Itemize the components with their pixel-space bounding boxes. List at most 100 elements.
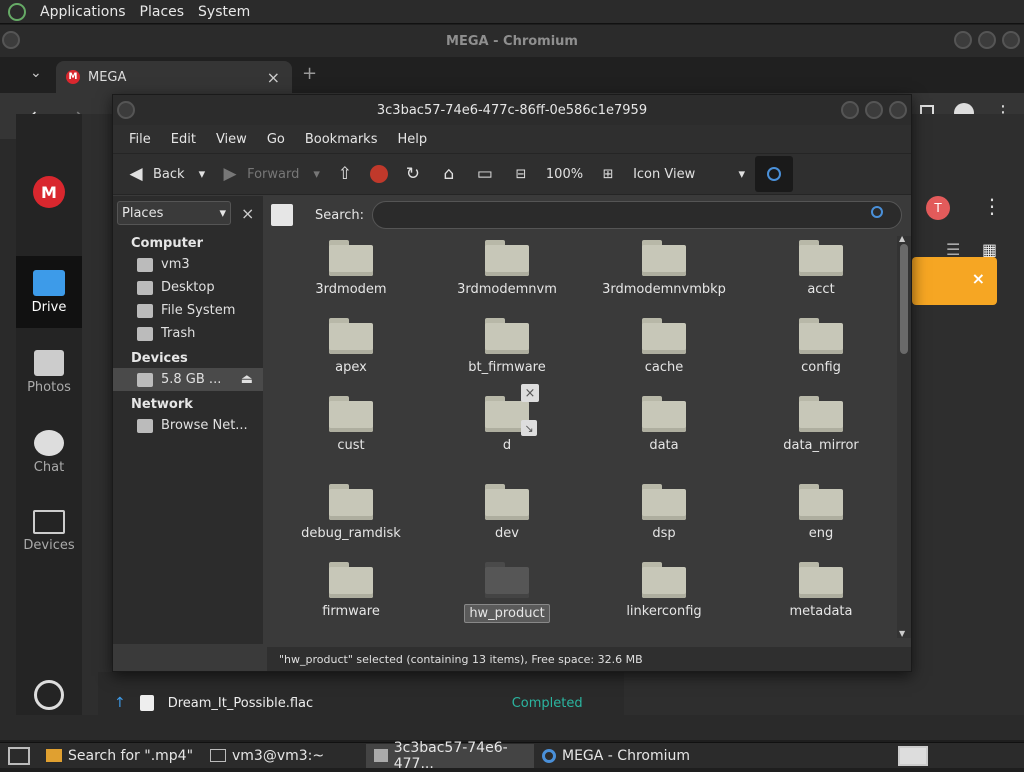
menu-help[interactable]: Help: [387, 132, 437, 147]
scrollbar-thumb[interactable]: [900, 244, 908, 354]
task-terminal[interactable]: vm3@vm3:~: [202, 744, 366, 768]
sidebar-close-icon[interactable]: ×: [235, 204, 254, 223]
rail-devices[interactable]: Devices: [16, 510, 82, 553]
folder-item[interactable]: dev: [437, 484, 577, 541]
new-tab-icon[interactable]: +: [302, 63, 317, 84]
sidebar-item-label: 5.8 GB ...: [161, 372, 222, 387]
sidebar-item-browse-network[interactable]: Browse Net...: [113, 414, 263, 437]
forward-label: Forward: [247, 166, 300, 182]
task-search[interactable]: Search for ".mp4": [38, 744, 202, 768]
folder-item[interactable]: dsp: [594, 484, 734, 541]
sidebar-mode-select[interactable]: Places ▾: [117, 201, 231, 225]
folder-item[interactable]: × ↘ d: [437, 384, 577, 453]
folder-item[interactable]: hw_product: [437, 562, 577, 623]
reload-button[interactable]: ↻: [398, 164, 428, 184]
more-options-icon[interactable]: ⋮: [982, 194, 1002, 218]
show-desktop-icon[interactable]: [8, 746, 30, 765]
zoom-out-button[interactable]: ⊟: [506, 167, 536, 182]
menu-places[interactable]: Places: [140, 4, 185, 20]
symlink-emblem-icon: ↘: [521, 420, 537, 436]
rail-chat[interactable]: Chat: [16, 430, 82, 475]
menu-bookmarks[interactable]: Bookmarks: [295, 132, 388, 147]
photos-icon: [34, 350, 64, 376]
search-input[interactable]: [372, 201, 903, 229]
home-button[interactable]: ⌂: [434, 164, 464, 184]
forward-history-dropdown[interactable]: ▾: [309, 167, 324, 182]
fm-window-menu-button[interactable]: [117, 101, 135, 119]
rail-drive[interactable]: Drive: [16, 256, 82, 328]
sidebar-item-desktop[interactable]: Desktop: [113, 276, 263, 299]
folder-item[interactable]: data_mirror: [751, 396, 891, 453]
edit-location-icon[interactable]: [271, 204, 293, 226]
top-panel: Applications Places System: [0, 0, 1024, 24]
computer-button[interactable]: ▭: [470, 164, 500, 184]
folder-item[interactable]: cust: [281, 396, 421, 453]
transfer-manager-icon[interactable]: [34, 680, 64, 710]
folder-item[interactable]: 3rdmodemnvmbkp: [594, 240, 734, 297]
stop-button[interactable]: [366, 165, 392, 183]
folder-item[interactable]: bt_firmware: [437, 318, 577, 375]
forward-button[interactable]: ▶ Forward: [215, 164, 303, 184]
task-chromium[interactable]: MEGA - Chromium: [534, 744, 714, 768]
scrollbar[interactable]: ▲ ▼: [897, 234, 911, 638]
menu-view[interactable]: View: [206, 132, 257, 147]
sidebar-item-filesystem[interactable]: File System: [113, 299, 263, 322]
task-file-manager[interactable]: 3c3bac57-74e6-477...: [366, 740, 534, 772]
back-label: Back: [153, 166, 185, 182]
folder-item[interactable]: 3rdmodem: [281, 240, 421, 297]
sidebar-item-trash[interactable]: Trash: [113, 322, 263, 345]
task-label: 3c3bac57-74e6-477...: [393, 739, 508, 772]
chromium-titlebar[interactable]: MEGA - Chromium: [0, 25, 1024, 57]
view-mode-select[interactable]: Icon View ▾: [629, 167, 749, 182]
folder-item[interactable]: apex: [281, 318, 421, 375]
folder-item[interactable]: debug_ramdisk: [281, 484, 421, 541]
zoom-in-button[interactable]: ⊞: [593, 167, 623, 182]
folder-icon: [485, 240, 529, 276]
fm-minimize-button[interactable]: [841, 101, 859, 119]
menu-file[interactable]: File: [119, 132, 161, 147]
folder-item[interactable]: config: [751, 318, 891, 375]
tab-mega[interactable]: M MEGA ×: [56, 61, 292, 93]
window-menu-button[interactable]: [2, 31, 20, 49]
back-history-dropdown[interactable]: ▾: [195, 167, 210, 182]
menu-edit[interactable]: Edit: [161, 132, 206, 147]
fm-maximize-button[interactable]: [865, 101, 883, 119]
search-toggle-button[interactable]: [755, 156, 794, 192]
file-manager-titlebar[interactable]: 3c3bac57-74e6-477c-86ff-0e586c1e7959: [113, 95, 911, 125]
zoom-level: 100%: [545, 166, 584, 182]
menu-system[interactable]: System: [198, 4, 250, 20]
sidebar-item-vm3[interactable]: vm3: [113, 253, 263, 276]
fm-close-button[interactable]: [889, 101, 907, 119]
tab-close-icon[interactable]: ×: [267, 68, 280, 87]
folder-item[interactable]: cache: [594, 318, 734, 375]
menu-go[interactable]: Go: [257, 132, 295, 147]
sidebar-item-device[interactable]: 5.8 GB ... ⏏: [113, 368, 263, 391]
minimize-button[interactable]: [954, 31, 972, 49]
folder-item[interactable]: firmware: [281, 562, 421, 619]
maximize-button[interactable]: [978, 31, 996, 49]
eject-icon[interactable]: ⏏: [241, 372, 263, 387]
workspace-switcher-icon[interactable]: [898, 745, 928, 766]
avatar[interactable]: T: [926, 196, 950, 220]
rail-photos[interactable]: Photos: [16, 350, 82, 395]
folder-icon: [485, 484, 529, 520]
banner-close-icon[interactable]: ×: [972, 269, 985, 288]
close-window-button[interactable]: [1002, 31, 1020, 49]
scroll-up-arrow[interactable]: ▲: [899, 234, 905, 243]
folder-item[interactable]: 3rdmodemnvm: [437, 240, 577, 297]
transfer-row[interactable]: ↑ Dream_It_Possible.flac Completed: [98, 672, 624, 734]
folder-item[interactable]: data: [594, 396, 734, 453]
folder-item[interactable]: eng: [751, 484, 891, 541]
applications-logo-icon[interactable]: [8, 2, 26, 21]
back-button[interactable]: ◀ Back: [121, 164, 189, 184]
up-button[interactable]: ⇧: [330, 164, 360, 184]
mega-logo-icon[interactable]: M: [33, 176, 65, 208]
folder-item[interactable]: metadata: [751, 562, 891, 619]
scroll-down-arrow[interactable]: ▼: [899, 629, 905, 638]
window-left-buttons: [2, 31, 20, 49]
folder-item[interactable]: acct: [751, 240, 891, 297]
tab-search-icon[interactable]: ⌄: [30, 65, 42, 81]
folder-item[interactable]: linkerconfig: [594, 562, 734, 619]
menu-applications[interactable]: Applications: [40, 4, 126, 20]
sidebar-header: Places ▾ ×: [113, 196, 263, 230]
